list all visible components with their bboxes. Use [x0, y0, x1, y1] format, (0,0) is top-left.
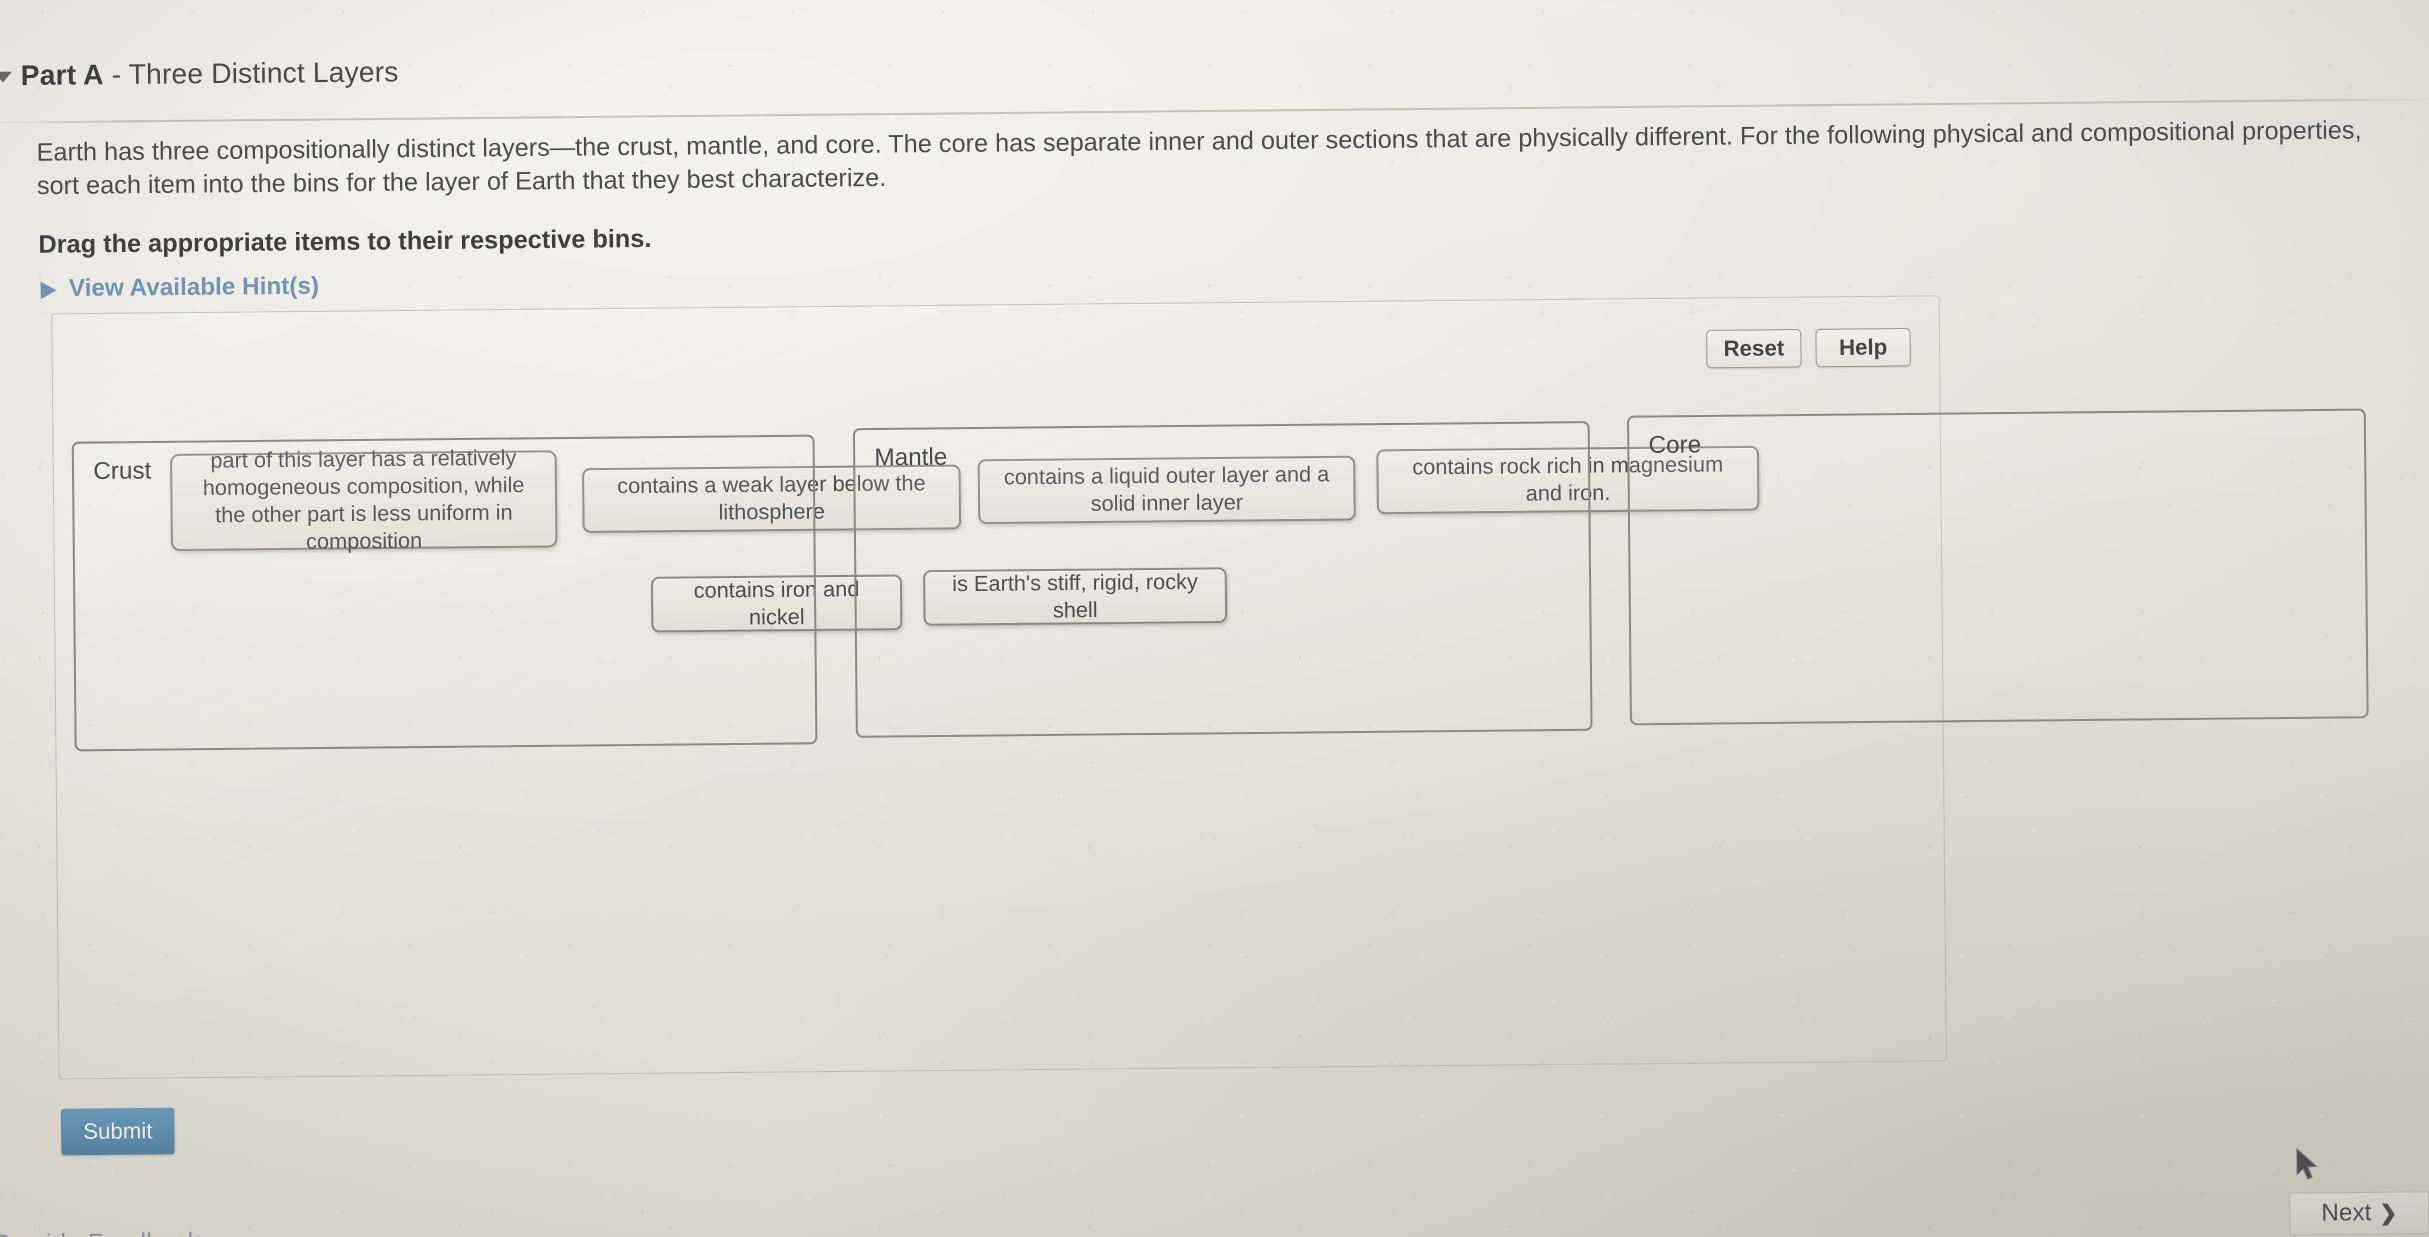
bin-label-crust: Crust: [93, 457, 152, 486]
drag-instruction: Drag the appropriate items to their resp…: [38, 224, 652, 259]
photographed-screen-backdrop: ▼ Part A - Three Distinct Layers Earth h…: [0, 0, 2429, 1237]
next-button-label: Next: [2321, 1198, 2372, 1227]
page-title: Part A - Three Distinct Layers: [20, 56, 398, 92]
next-button[interactable]: Next ❯: [2289, 1191, 2429, 1236]
bin-label-mantle: Mantle: [874, 443, 948, 472]
chevron-right-icon: ❯: [2379, 1201, 2398, 1225]
help-button[interactable]: Help: [1815, 327, 1911, 368]
activity-toolbar: Reset Help: [1706, 327, 1911, 369]
drop-bin-core[interactable]: Core: [1626, 408, 2369, 726]
title-dash: -: [103, 58, 129, 91]
triangle-right-icon: ▶: [40, 277, 56, 301]
view-hints-link[interactable]: ▶ View Available Hint(s): [41, 272, 319, 303]
assignment-screen: ▼ Part A - Three Distinct Layers Earth h…: [0, 0, 2429, 1237]
part-title-text: Three Distinct Layers: [128, 56, 399, 91]
bin-label-core: Core: [1648, 431, 1702, 459]
drop-bin-mantle[interactable]: Mantle: [852, 421, 1593, 738]
part-label: Part A: [20, 58, 104, 92]
drop-bin-crust[interactable]: Crust: [71, 434, 818, 752]
mouse-cursor-icon: [2296, 1147, 2318, 1180]
drag-and-drop-activity-panel: Reset Help part of this layer has a rela…: [51, 295, 2369, 1080]
part-header: ▼ Part A - Three Distinct Layers: [0, 29, 2429, 99]
reset-button[interactable]: Reset: [1706, 328, 1802, 369]
question-paragraph: Earth has three compositionally distinct…: [36, 116, 2362, 201]
provide-feedback-link[interactable]: Provide Feedback: [0, 1228, 201, 1237]
caret-down-icon: ▼: [0, 65, 19, 87]
collapse-section-toggle[interactable]: ▼: [0, 65, 21, 87]
submit-button[interactable]: Submit: [60, 1107, 175, 1156]
view-hints-label: View Available Hint(s): [68, 272, 320, 303]
